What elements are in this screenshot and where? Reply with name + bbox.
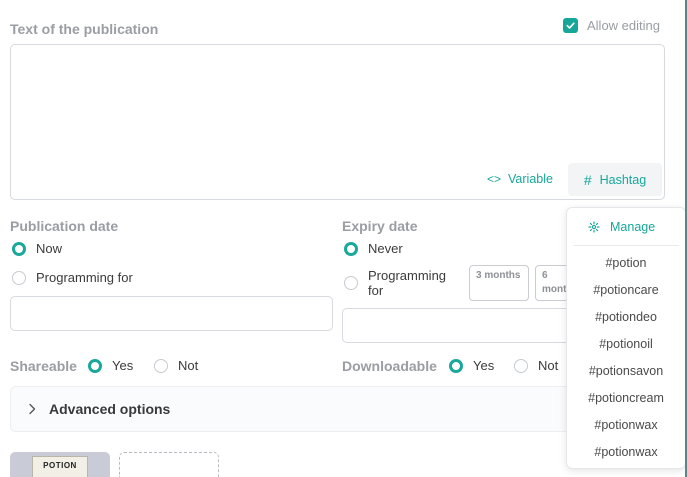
publication-date-label: Publication date [10, 218, 119, 234]
hashtag-item[interactable]: #potionwax [567, 411, 685, 438]
variable-label: Variable [508, 172, 553, 186]
variable-button[interactable]: <> Variable [487, 172, 553, 186]
hashtag-dropdown: Manage #potion #potioncare #potiondeo #p… [566, 207, 686, 469]
publication-date-input[interactable] [10, 296, 333, 331]
hashtag-label: Hashtag [599, 172, 647, 187]
hashtag-list: #potion #potioncare #potiondeo #potionoi… [567, 246, 685, 465]
hash-icon: # [583, 171, 592, 188]
downloadable-not-option[interactable]: Not [514, 358, 558, 373]
expiry-date-label: Expiry date [342, 218, 418, 234]
hashtag-item[interactable]: #potionwax [567, 438, 685, 465]
radio-selected-icon[interactable] [344, 241, 358, 256]
hashtag-item[interactable]: #potiondeo [567, 303, 685, 330]
radio-unselected-icon[interactable] [344, 276, 358, 290]
add-media-slot[interactable] [119, 452, 219, 477]
manage-label: Manage [610, 219, 656, 234]
shareable-not-option[interactable]: Not [154, 358, 198, 373]
hashtag-item[interactable]: #potioncream [567, 384, 685, 411]
expiry-never-option[interactable]: Never [344, 241, 403, 256]
radio-unselected-icon[interactable] [12, 270, 26, 285]
publication-programming-option[interactable]: Programming for [12, 270, 133, 285]
hashtag-item[interactable]: #potioncare [567, 276, 685, 303]
expiry-never-label: Never [368, 241, 403, 256]
radio-unselected-icon[interactable] [514, 358, 528, 373]
shareable-yes-label: Yes [112, 358, 134, 373]
shareable-not-label: Not [178, 358, 199, 373]
product-image-text: POTION [43, 461, 77, 470]
hashtag-button[interactable]: # Hashtag [568, 163, 662, 196]
radio-selected-icon[interactable] [12, 241, 26, 256]
hashtag-item[interactable]: #potionsavon [567, 357, 685, 384]
expiry-date-input[interactable] [342, 308, 582, 343]
code-icon: <> [487, 172, 502, 186]
media-thumbnail[interactable]: POTION [10, 452, 110, 477]
publication-programming-label: Programming for [36, 270, 133, 285]
downloadable-not-label: Not [538, 358, 559, 373]
manage-hashtags-button[interactable]: Manage [573, 208, 679, 246]
chevron-right-icon [27, 403, 37, 415]
radio-unselected-icon[interactable] [154, 358, 168, 373]
downloadable-yes-option[interactable]: Yes [449, 358, 494, 373]
downloadable-label: Downloadable [342, 358, 437, 374]
expiry-programming-label: Programming for [368, 268, 447, 298]
shareable-label: Shareable [10, 358, 77, 374]
allow-editing-label: Allow editing [587, 18, 660, 33]
radio-selected-icon[interactable] [88, 358, 102, 373]
publication-now-label: Now [36, 241, 63, 256]
publication-text-label: Text of the publication [10, 21, 159, 37]
hashtag-item[interactable]: #potion [567, 249, 685, 276]
downloadable-yes-label: Yes [473, 358, 495, 373]
product-image: POTION [32, 456, 88, 477]
expiry-programming-option[interactable]: Programming for [344, 268, 450, 298]
shareable-yes-option[interactable]: Yes [88, 358, 133, 373]
publication-now-option[interactable]: Now [12, 241, 62, 256]
gear-icon [588, 220, 600, 233]
checkbox-checked-icon[interactable] [563, 18, 578, 33]
chip-3-months[interactable]: 3 months [469, 265, 529, 301]
advanced-options-label: Advanced options [49, 401, 171, 417]
advanced-options-toggle[interactable]: Advanced options [10, 386, 580, 432]
hashtag-item[interactable]: #potionoil [567, 330, 685, 357]
allow-editing-toggle[interactable]: Allow editing [563, 18, 660, 33]
radio-selected-icon[interactable] [449, 358, 463, 373]
publication-textarea[interactable] [10, 44, 665, 200]
